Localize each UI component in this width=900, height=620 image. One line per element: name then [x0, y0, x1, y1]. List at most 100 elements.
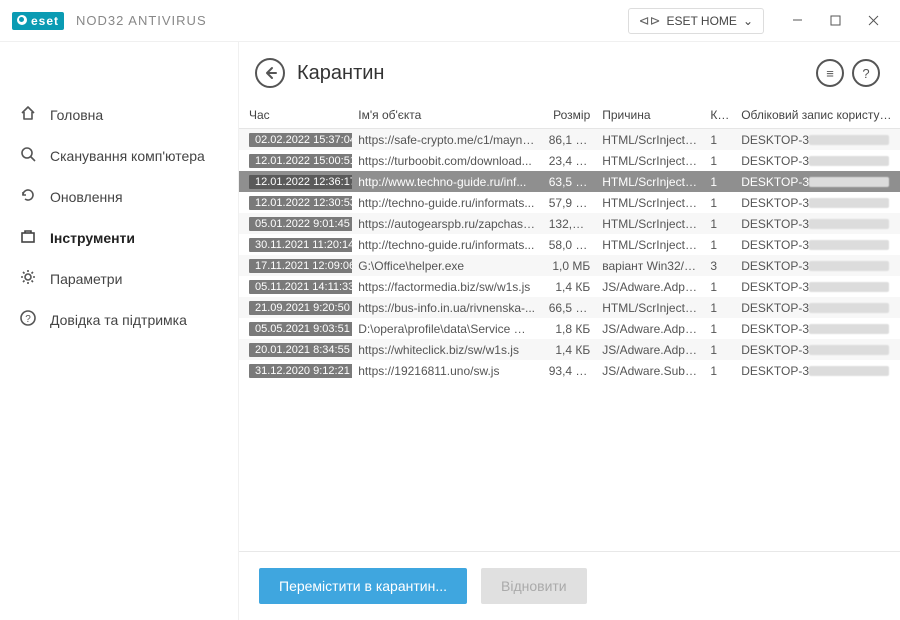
- cell-user: DESKTOP-3: [735, 276, 900, 297]
- cell-size: 1,4 КБ: [543, 339, 597, 360]
- table-row[interactable]: 12.01.2022 12:30:53http://techno-guide.r…: [239, 192, 900, 213]
- table-row[interactable]: 05.05.2021 9:03:51D:\opera\profile\data\…: [239, 318, 900, 339]
- table-row[interactable]: 31.12.2020 9:12:21https://19216811.uno/s…: [239, 360, 900, 381]
- cell-user: DESKTOP-3: [735, 129, 900, 151]
- cell-size: 93,4 КБ: [543, 360, 597, 381]
- refresh-icon: [18, 186, 38, 207]
- cell-reason: JS/Adware.Adport...: [596, 339, 704, 360]
- cell-size: 57,9 КБ: [543, 192, 597, 213]
- app-logo: eset NOD32 ANTIVIRUS: [12, 12, 207, 30]
- col-time[interactable]: Час: [239, 102, 352, 129]
- cell-reason: JS/Adware.Adport...: [596, 276, 704, 297]
- home-icon: [18, 104, 38, 125]
- cell-reason: варіант Win32/Ris...: [596, 255, 704, 276]
- cell-object: http://www.techno-guide.ru/inf...: [352, 171, 542, 192]
- col-count[interactable]: Кільк...: [704, 102, 735, 129]
- restore-button[interactable]: Відновити: [481, 568, 587, 604]
- table-row[interactable]: 30.11.2021 11:20:14http://techno-guide.r…: [239, 234, 900, 255]
- minimize-icon: [792, 15, 803, 26]
- cell-user: DESKTOP-3: [735, 150, 900, 171]
- maximize-icon: [830, 15, 841, 26]
- cell-size: 63,5 КБ: [543, 171, 597, 192]
- link-icon: ⊲⊳: [639, 13, 661, 29]
- cell-object: https://19216811.uno/sw.js: [352, 360, 542, 381]
- cell-size: 1,0 МБ: [543, 255, 597, 276]
- cell-size: 58,0 КБ: [543, 234, 597, 255]
- back-button[interactable]: [255, 58, 285, 88]
- page-title: Карантин: [297, 62, 804, 85]
- cell-count: 1: [704, 318, 735, 339]
- table-row[interactable]: 12.01.2022 12:36:17http://www.techno-gui…: [239, 171, 900, 192]
- cell-time: 12.01.2022 15:00:51: [239, 150, 352, 171]
- list-options-button[interactable]: ≡: [816, 59, 844, 87]
- question-icon: ?: [862, 66, 869, 81]
- maximize-button[interactable]: [816, 6, 854, 36]
- close-button[interactable]: [854, 6, 892, 36]
- cell-object: https://autogearspb.ru/zapchasti...: [352, 213, 542, 234]
- titlebar: eset NOD32 ANTIVIRUS ⊲⊳ ESET HOME ⌄: [0, 0, 900, 42]
- col-size[interactable]: Розмір: [543, 102, 597, 129]
- help-button[interactable]: ?: [852, 59, 880, 87]
- list-icon: ≡: [826, 66, 834, 81]
- cell-size: 1,4 КБ: [543, 276, 597, 297]
- cell-object: https://bus-info.in.ua/rivnenska-...: [352, 297, 542, 318]
- col-object[interactable]: Ім'я об'єкта: [352, 102, 542, 129]
- cell-count: 1: [704, 213, 735, 234]
- cell-reason: HTML/ScrInject.B т...: [596, 171, 704, 192]
- minimize-button[interactable]: [778, 6, 816, 36]
- cell-count: 1: [704, 339, 735, 360]
- cell-size: 1,8 КБ: [543, 318, 597, 339]
- sidebar-item-refresh[interactable]: Оновлення: [0, 176, 238, 217]
- chevron-down-icon: ⌄: [743, 14, 753, 28]
- cell-reason: HTML/ScrInject.B т...: [596, 234, 704, 255]
- cell-time: 30.11.2021 11:20:14: [239, 234, 352, 255]
- cell-count: 1: [704, 171, 735, 192]
- gear-icon: [18, 268, 38, 289]
- move-to-quarantine-button[interactable]: Перемістити в карантин...: [259, 568, 467, 604]
- help-icon: ?: [18, 309, 38, 330]
- eset-home-badge[interactable]: ⊲⊳ ESET HOME ⌄: [628, 8, 764, 34]
- cell-size: 66,5 КБ: [543, 297, 597, 318]
- table-row[interactable]: 21.09.2021 9:20:50https://bus-info.in.ua…: [239, 297, 900, 318]
- cell-user: DESKTOP-3: [735, 171, 900, 192]
- cell-reason: JS/Adware.Adport...: [596, 318, 704, 339]
- search-icon: [18, 145, 38, 166]
- cell-count: 1: [704, 150, 735, 171]
- close-icon: [868, 15, 879, 26]
- cell-time: 21.09.2021 9:20:50: [239, 297, 352, 318]
- table-row[interactable]: 05.01.2022 9:01:45https://autogearspb.ru…: [239, 213, 900, 234]
- cell-user: DESKTOP-3: [735, 339, 900, 360]
- sidebar-item-gear[interactable]: Параметри: [0, 258, 238, 299]
- sidebar-item-label: Сканування комп'ютера: [50, 148, 205, 164]
- sidebar-item-search[interactable]: Сканування комп'ютера: [0, 135, 238, 176]
- sidebar-item-tools[interactable]: Інструменти: [0, 217, 238, 258]
- sidebar-item-label: Оновлення: [50, 189, 123, 205]
- col-user[interactable]: Обліковий запис користувача: [735, 102, 900, 129]
- col-reason[interactable]: Причина: [596, 102, 704, 129]
- cell-object: http://techno-guide.ru/informats...: [352, 192, 542, 213]
- cell-object: https://safe-crypto.me/c1/maynin...: [352, 129, 542, 151]
- cell-user: DESKTOP-3: [735, 318, 900, 339]
- tools-icon: [18, 227, 38, 248]
- table-row[interactable]: 05.11.2021 14:11:33https://factormedia.b…: [239, 276, 900, 297]
- cell-time: 17.11.2021 12:09:06: [239, 255, 352, 276]
- cell-user: DESKTOP-3: [735, 234, 900, 255]
- sidebar: Головна Сканування комп'ютера Оновлення Інс…: [0, 42, 238, 620]
- table-row[interactable]: 12.01.2022 15:00:51https://turboobit.com…: [239, 150, 900, 171]
- table-row[interactable]: 02.02.2022 15:37:04https://safe-crypto.m…: [239, 129, 900, 151]
- cell-time: 31.12.2020 9:12:21: [239, 360, 352, 381]
- table-row[interactable]: 20.01.2021 8:34:55https://whiteclick.biz…: [239, 339, 900, 360]
- cell-reason: HTML/ScrInject.B т...: [596, 150, 704, 171]
- table-row[interactable]: 17.11.2021 12:09:06G:\Office\helper.exe1…: [239, 255, 900, 276]
- cell-size: 132,8 КБ: [543, 213, 597, 234]
- cell-reason: HTML/ScrInject.B т...: [596, 192, 704, 213]
- sidebar-item-home[interactable]: Головна: [0, 94, 238, 135]
- sidebar-item-label: Інструменти: [50, 230, 135, 246]
- content-header: Карантин ≡ ?: [239, 42, 900, 102]
- sidebar-item-label: Довідка та підтримка: [50, 312, 187, 328]
- cell-user: DESKTOP-3: [735, 192, 900, 213]
- cell-user: DESKTOP-3: [735, 360, 900, 381]
- sidebar-item-help[interactable]: ? Довідка та підтримка: [0, 299, 238, 340]
- svg-text:?: ?: [25, 314, 31, 325]
- sidebar-item-label: Головна: [50, 107, 103, 123]
